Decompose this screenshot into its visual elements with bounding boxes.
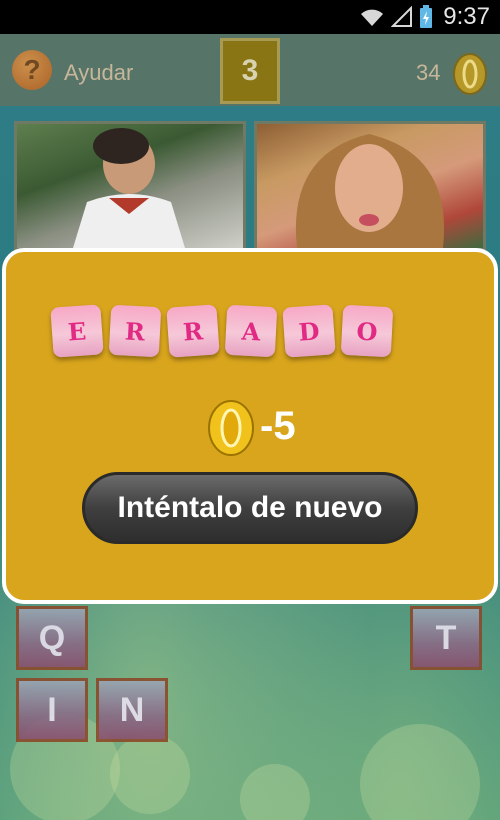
bokeh-decoration xyxy=(240,764,310,820)
result-tile: R xyxy=(166,304,220,358)
result-tile: R xyxy=(108,304,162,358)
person-photo-icon xyxy=(73,128,185,248)
coin-icon xyxy=(208,400,254,456)
letter-key[interactable]: T xyxy=(410,606,482,670)
clue-photo-right[interactable] xyxy=(254,121,486,251)
clue-photo-left[interactable] xyxy=(14,121,246,251)
status-time: 9:37 xyxy=(443,3,490,30)
result-tile: O xyxy=(340,304,394,358)
signal-icon xyxy=(391,6,413,27)
retry-button[interactable]: Inténtalo de nuevo xyxy=(82,472,418,544)
coin-icon xyxy=(453,53,487,95)
wifi-icon xyxy=(361,9,384,26)
coin-penalty: -5 xyxy=(260,404,296,448)
result-tile: D xyxy=(282,304,336,358)
bokeh-decoration xyxy=(360,724,480,820)
bokeh-decoration xyxy=(110,734,190,814)
result-tile: E xyxy=(50,304,104,358)
status-bar: 9:37 xyxy=(0,0,500,34)
level-indicator: 3 xyxy=(220,38,280,104)
help-button[interactable]: ? xyxy=(12,50,52,90)
letter-key[interactable]: N xyxy=(96,678,168,742)
coin-count: 34 xyxy=(416,60,441,85)
battery-icon xyxy=(420,5,433,28)
letter-key[interactable]: Q xyxy=(16,606,88,670)
result-title: E R R A D O xyxy=(50,304,394,358)
person-photo-icon xyxy=(295,134,445,248)
help-label[interactable]: Ayudar xyxy=(64,60,133,86)
letter-key[interactable]: I xyxy=(16,678,88,742)
status-icons: 9:37 xyxy=(359,0,490,34)
question-icon: ? xyxy=(23,54,41,85)
result-tile: A xyxy=(224,304,278,358)
